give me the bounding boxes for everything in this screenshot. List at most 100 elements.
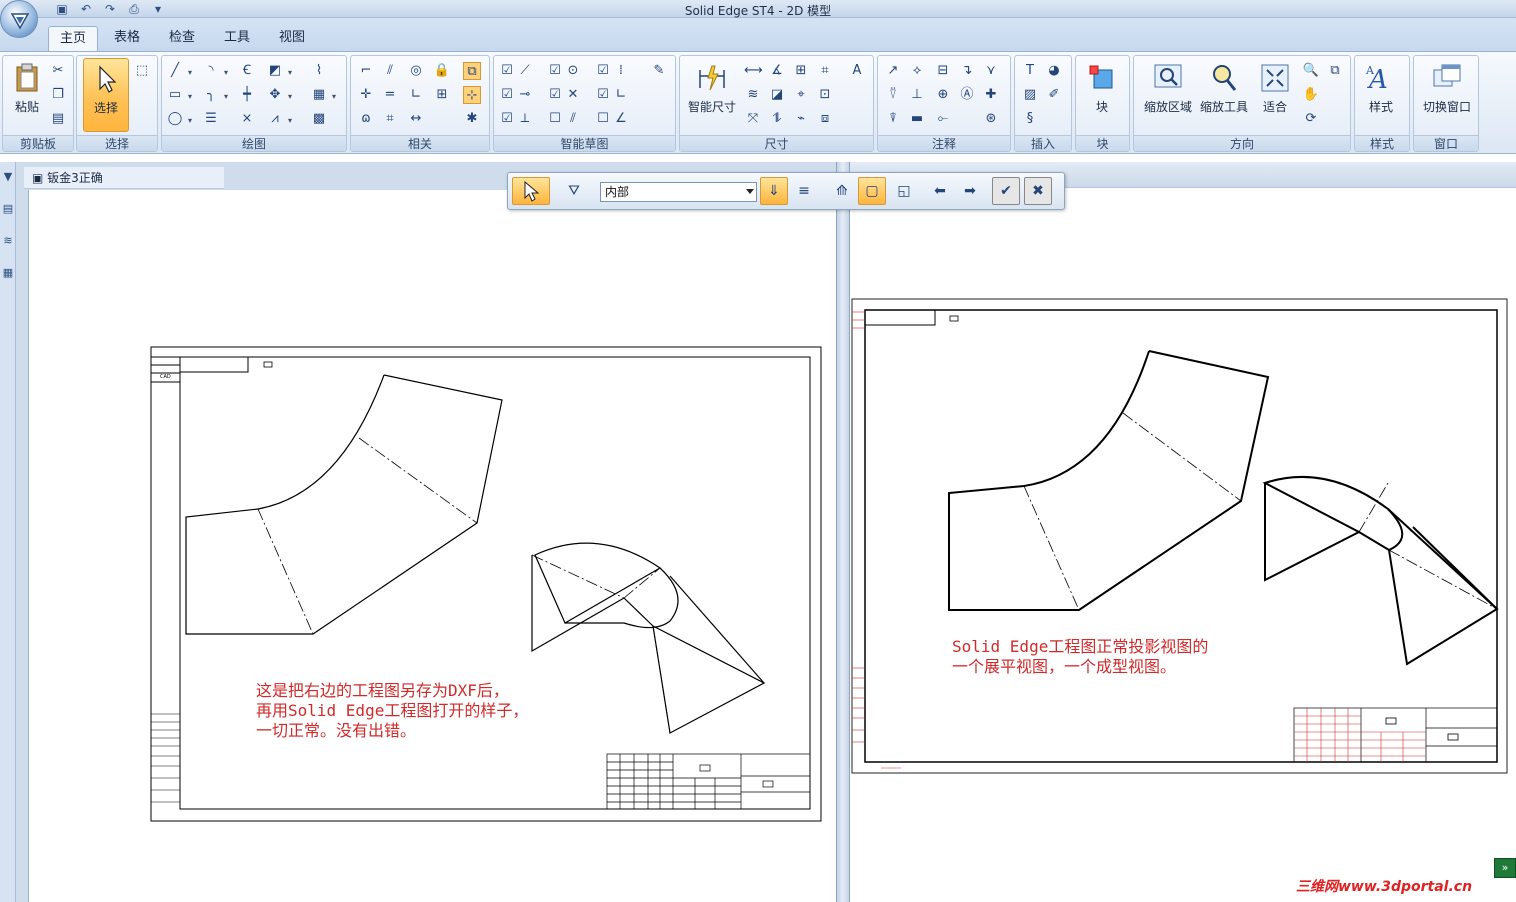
cancel-close-icon[interactable]: ✖ <box>1024 177 1052 205</box>
perpendicular-icon[interactable]: ∟ <box>407 86 425 104</box>
checkbox-silhouette-icon[interactable]: ☑ <box>594 62 612 80</box>
chevron-down-icon[interactable]: ▾ <box>224 68 228 77</box>
window-splitter[interactable] <box>836 162 850 902</box>
library-icon[interactable]: ▼ <box>1 170 15 188</box>
inside-fence-icon[interactable]: ▢ <box>858 177 886 205</box>
checkbox-parallel-icon[interactable]: ☐ <box>546 110 564 128</box>
collinear-icon[interactable]: ↔ <box>407 110 425 128</box>
dimension-style-icon[interactable]: A <box>848 62 866 80</box>
checkbox-intersection-icon[interactable]: ☑ <box>546 86 564 104</box>
expand-chevron-icon[interactable]: » <box>1494 858 1516 878</box>
zoom-area-button[interactable]: 缩放区域 <box>1138 58 1198 132</box>
back-arrow-icon[interactable]: ⬅ <box>926 177 954 205</box>
angle-snap-icon[interactable]: ∠ <box>612 110 630 128</box>
retrieve-dimensions-icon[interactable]: ⊡ <box>816 86 834 104</box>
tab-view[interactable]: 视图 <box>268 26 316 52</box>
move-icon[interactable]: ✥ <box>266 86 284 104</box>
rigid-set-icon[interactable]: ⊞ <box>433 86 451 104</box>
properties-icon[interactable]: ▦ <box>1 266 15 284</box>
block-button[interactable]: 块 <box>1080 58 1124 132</box>
rectangle-icon[interactable]: ▭ <box>166 86 184 104</box>
accept-check-icon[interactable]: ✔ <box>992 177 1020 205</box>
fillet-icon[interactable]: ╮ <box>202 86 220 104</box>
circle-icon[interactable]: ◯ <box>166 110 184 128</box>
select-all-levels-icon[interactable]: ≡ <box>790 177 818 205</box>
fit-button[interactable]: 适合 <box>1252 58 1298 132</box>
relate-handles-icon[interactable]: ⧉ <box>463 62 481 80</box>
feature-library-icon[interactable]: ≋ <box>1 234 15 252</box>
object-icon[interactable]: ✐ <box>1045 86 1063 104</box>
symmetric-diameter-icon[interactable]: ⌗ <box>816 62 834 80</box>
text-icon[interactable]: T <box>1021 62 1039 80</box>
relationship-assistant-icon[interactable]: ✱ <box>463 110 481 128</box>
circle-tangent-icon[interactable]: Ꞓ <box>238 62 256 80</box>
track-distance-icon[interactable]: ⌁ <box>792 110 810 128</box>
feature-control-frame-icon[interactable]: ⍒ <box>884 110 902 128</box>
fill-icon[interactable]: ◩ <box>266 62 284 80</box>
select-tool-icon[interactable] <box>512 177 550 205</box>
relate-dimension-icon[interactable]: ⥮ <box>768 110 786 128</box>
copy-icon[interactable]: ❐ <box>49 86 67 104</box>
tab-tables[interactable]: 表格 <box>103 26 151 52</box>
leader-icon[interactable]: ↗ <box>884 62 902 80</box>
maintain-relations-icon[interactable]: ⊹ <box>463 86 481 104</box>
forward-arrow-icon[interactable]: ➡ <box>956 177 984 205</box>
center-point-icon[interactable]: ⊙ <box>564 62 582 80</box>
pan-icon[interactable]: ✋ <box>1302 86 1320 104</box>
datum-target-icon[interactable]: ⟜ <box>934 110 952 128</box>
select-top-level-icon[interactable]: ⇓ <box>760 177 788 205</box>
dimension-group-icon[interactable]: ⧈ <box>816 110 834 128</box>
balloon-icon[interactable]: ⟡ <box>908 62 926 80</box>
zoom-in-icon[interactable]: 🔍 <box>1302 62 1320 80</box>
chamfer-dimension-icon[interactable]: ◪ <box>768 86 786 104</box>
refresh-icon[interactable]: ⟳ <box>1302 110 1320 128</box>
coordinate-dimension-icon[interactable]: ⊞ <box>792 62 810 80</box>
checkbox-angle-icon[interactable]: ☐ <box>594 110 612 128</box>
chevron-down-icon[interactable]: ▾ <box>288 68 292 77</box>
styles-button[interactable]: A A 样式 <box>1359 58 1403 132</box>
application-button[interactable] <box>0 0 38 38</box>
callout-icon[interactable]: ⊟ <box>934 62 952 80</box>
tab-home[interactable]: 主页 <box>48 26 99 52</box>
surface-texture-icon[interactable]: ⍢ <box>884 86 902 104</box>
quick-pick-icon[interactable]: ⟰ <box>828 177 856 205</box>
layers-icon[interactable]: ▤ <box>1 202 15 220</box>
intersection-icon[interactable]: ✕ <box>564 86 582 104</box>
paste-button[interactable]: 粘贴 <box>5 58 49 132</box>
concentric-icon[interactable]: ◎ <box>407 62 425 80</box>
mirror-icon[interactable]: ⩘ <box>266 110 284 128</box>
chevron-down-icon[interactable]: ▾ <box>332 92 336 101</box>
hyperlink-icon[interactable]: ◕ <box>1045 62 1063 80</box>
zoom-tool-button[interactable]: 缩放工具 <box>1196 58 1252 132</box>
tab-tools[interactable]: 工具 <box>213 26 261 52</box>
checkbox-center-icon[interactable]: ☑ <box>546 62 564 80</box>
trim-icon[interactable]: ┿ <box>238 86 256 104</box>
cut-icon[interactable]: ✂ <box>49 62 67 80</box>
connector-icon[interactable]: ↴ <box>958 62 976 80</box>
hatch-icon[interactable]: ▩ <box>310 110 328 128</box>
checkbox-tangent-icon[interactable]: ☑ <box>498 110 516 128</box>
edge-condition-icon[interactable]: ⊥ <box>908 86 926 104</box>
intellisketch-options-icon[interactable]: ✎ <box>650 62 668 80</box>
chevron-down-icon[interactable]: ▾ <box>188 92 192 101</box>
connect-icon[interactable]: ⌐ <box>357 62 375 80</box>
parallel-snap-icon[interactable]: ⫽ <box>564 110 582 128</box>
selection-mode-select[interactable]: 内部 <box>600 182 757 202</box>
switch-window-button[interactable]: 切换窗口 <box>1418 58 1476 132</box>
parallel-icon[interactable]: ⫽ <box>381 62 399 80</box>
image-icon[interactable]: ▨ <box>1021 86 1039 104</box>
tangent-icon[interactable]: ɷ <box>357 110 375 128</box>
smart-dimension-button[interactable]: 智能尺寸 <box>684 58 740 132</box>
pattern-icon[interactable]: ▦ <box>310 86 328 104</box>
line-icon[interactable]: ╱ <box>166 62 184 80</box>
checkbox-midpoint-icon[interactable]: ☑ <box>498 86 516 104</box>
erase-icon[interactable]: ⨯ <box>238 110 256 128</box>
lock-icon[interactable]: 🔒 <box>433 62 451 80</box>
angle-between-icon[interactable]: ∡ <box>768 62 786 80</box>
chevron-down-icon[interactable]: ▾ <box>188 116 192 125</box>
overlap-fence-icon[interactable]: ◱ <box>890 177 918 205</box>
bolt-hole-circle-icon[interactable]: ✚ <box>982 86 1000 104</box>
attach-dimension-icon[interactable]: ⌖ <box>792 86 810 104</box>
checkbox-endpoint-icon[interactable]: ☑ <box>498 62 516 80</box>
tangent-snap-icon[interactable]: ⟂ <box>516 110 534 128</box>
